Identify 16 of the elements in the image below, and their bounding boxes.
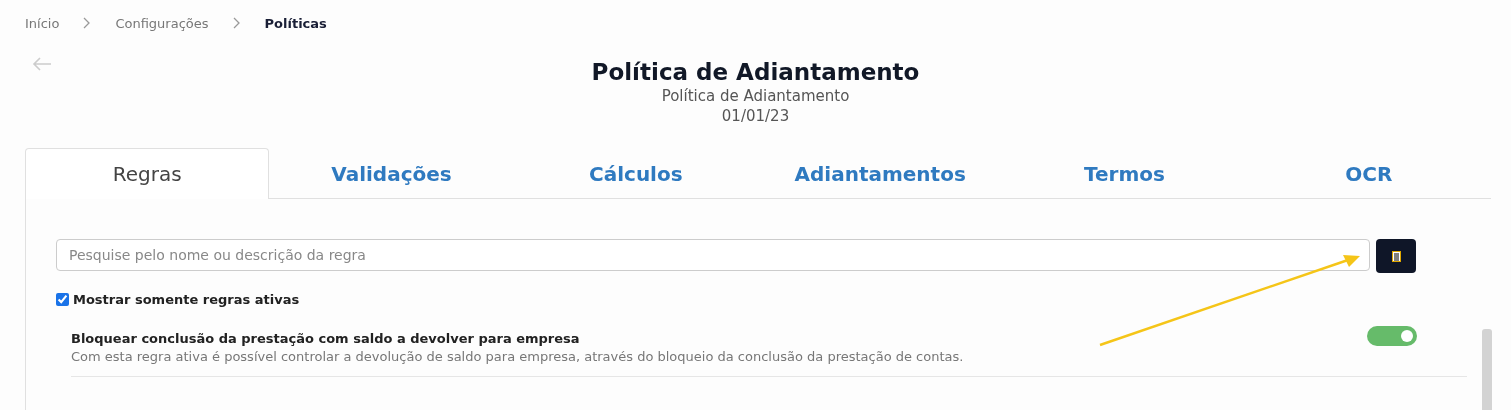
- tab[interactable]: Adiantamentos: [758, 148, 1003, 199]
- breadcrumb-current: Políticas: [264, 15, 327, 31]
- tab[interactable]: Validações: [269, 148, 514, 199]
- tab[interactable]: OCR: [1246, 148, 1491, 199]
- page-title: Política de Adiantamento: [591, 58, 920, 86]
- checkbox-label: Mostrar somente regras ativas: [73, 292, 300, 307]
- breadcrumb-link[interactable]: Início: [25, 15, 60, 31]
- rule-title: Bloquear conclusão da prestação com saldo a devolver para empresa: [71, 331, 581, 346]
- tab[interactable]: Termos: [1002, 148, 1247, 199]
- search-field[interactable]: Pesquise pelo nome ou descrição da regra: [56, 239, 1370, 271]
- policy-date: 01/01/23: [721, 106, 790, 126]
- tab[interactable]: Cálculos: [513, 148, 758, 199]
- rule-description: Com esta regra ativa é possível controlar a devolução de saldo para empresa, através do bloqueio da conclusão da prestação de contas.: [71, 349, 964, 364]
- breadcrumb-link[interactable]: Configurações: [115, 15, 209, 31]
- page-subtitle: Política de Adiantamento: [661, 86, 850, 106]
- tab[interactable]: Regras: [25, 148, 270, 199]
